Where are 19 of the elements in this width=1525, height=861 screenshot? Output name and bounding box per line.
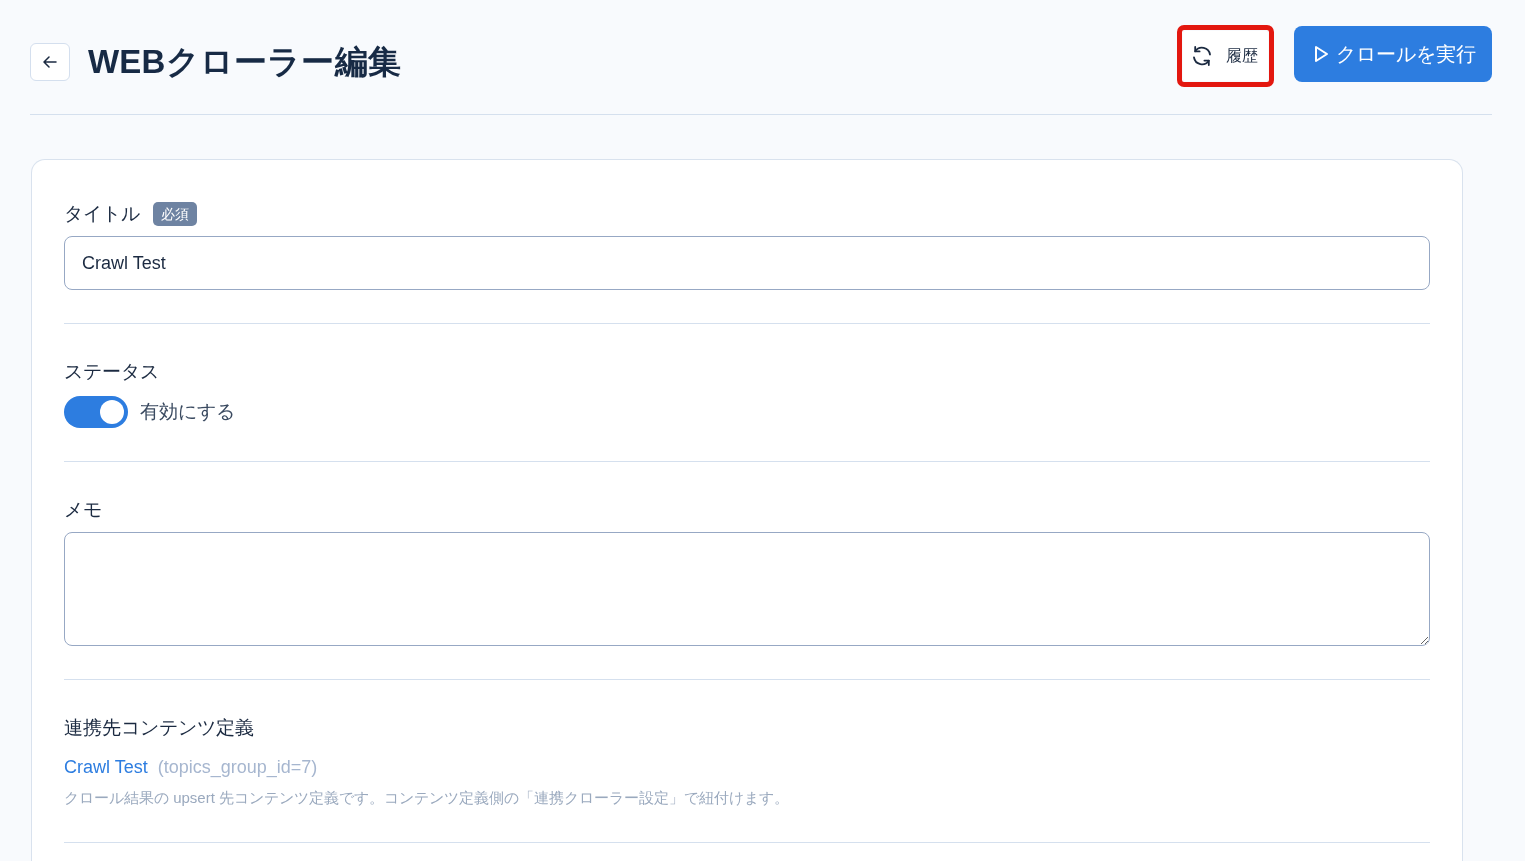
content-link[interactable]: Crawl Test [64, 754, 148, 781]
page-title: WEBクローラー編集 [88, 43, 401, 81]
arrow-left-icon [43, 56, 57, 68]
field-label: メモ [64, 498, 102, 522]
required-tag: 必須 [153, 202, 197, 226]
id-text: (topics_group_id=7) [157, 756, 318, 780]
switch-label: 有効にする [140, 399, 235, 424]
field-label: タイトル [64, 202, 140, 226]
play-icon [1314, 45, 1328, 63]
run-crawl-button[interactable]: クロールを実行 [1294, 26, 1492, 82]
title-input[interactable]: Crawl Test [64, 236, 1430, 290]
help-text: クロール結果の upsert 先コンテンツ定義です。コンテンツ定義側の「連携クローラー設定」で紐付けます。 [64, 788, 791, 808]
toggle-switch[interactable] [64, 396, 128, 428]
field-label: 連携先コンテンツ定義 [64, 716, 254, 740]
refresh-icon [1190, 44, 1214, 68]
history-button[interactable]: 履歴 [1183, 31, 1268, 81]
field-label: ステータス [64, 360, 159, 384]
memo-field[interactable] [64, 532, 1430, 646]
back-button[interactable] [30, 43, 70, 81]
